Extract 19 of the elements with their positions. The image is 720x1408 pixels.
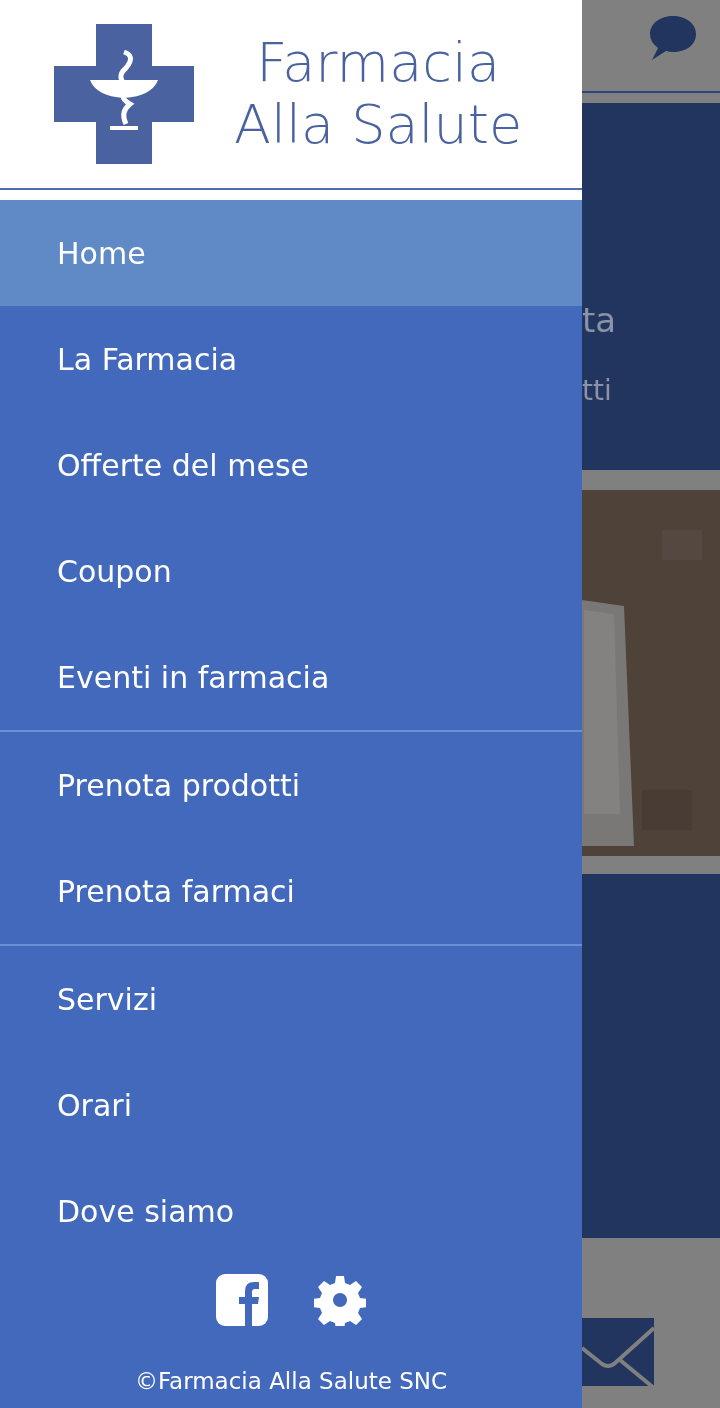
- menu-item[interactable]: Prenota prodotti: [0, 732, 582, 838]
- menu-item[interactable]: Prenota farmaci: [0, 838, 582, 944]
- facebook-icon[interactable]: [216, 1274, 268, 1326]
- background-text: ta: [582, 303, 618, 337]
- menu-item[interactable]: Coupon: [0, 518, 582, 624]
- speech-bubble-icon[interactable]: [648, 14, 698, 62]
- pharmacy-logo-text: Farmacia Alla Salute: [234, 32, 523, 156]
- settings-icon[interactable]: [314, 1274, 366, 1326]
- menu-item[interactable]: Offerte del mese: [0, 412, 582, 518]
- menu-item[interactable]: Orari: [0, 1052, 582, 1158]
- copyright-text: ©Farmacia Alla Salute SNC: [134, 1368, 448, 1394]
- menu-item[interactable]: Servizi: [0, 946, 582, 1052]
- menu-item[interactable]: La Farmacia: [0, 306, 582, 412]
- pharmacy-cross-icon: [54, 24, 194, 164]
- envelope-icon[interactable]: [582, 1318, 654, 1386]
- menu-item[interactable]: Eventi in farmacia: [0, 624, 582, 730]
- background-text: tti: [582, 377, 613, 405]
- menu-item[interactable]: Dove siamo: [0, 1158, 582, 1264]
- menu-item[interactable]: Home: [0, 200, 582, 306]
